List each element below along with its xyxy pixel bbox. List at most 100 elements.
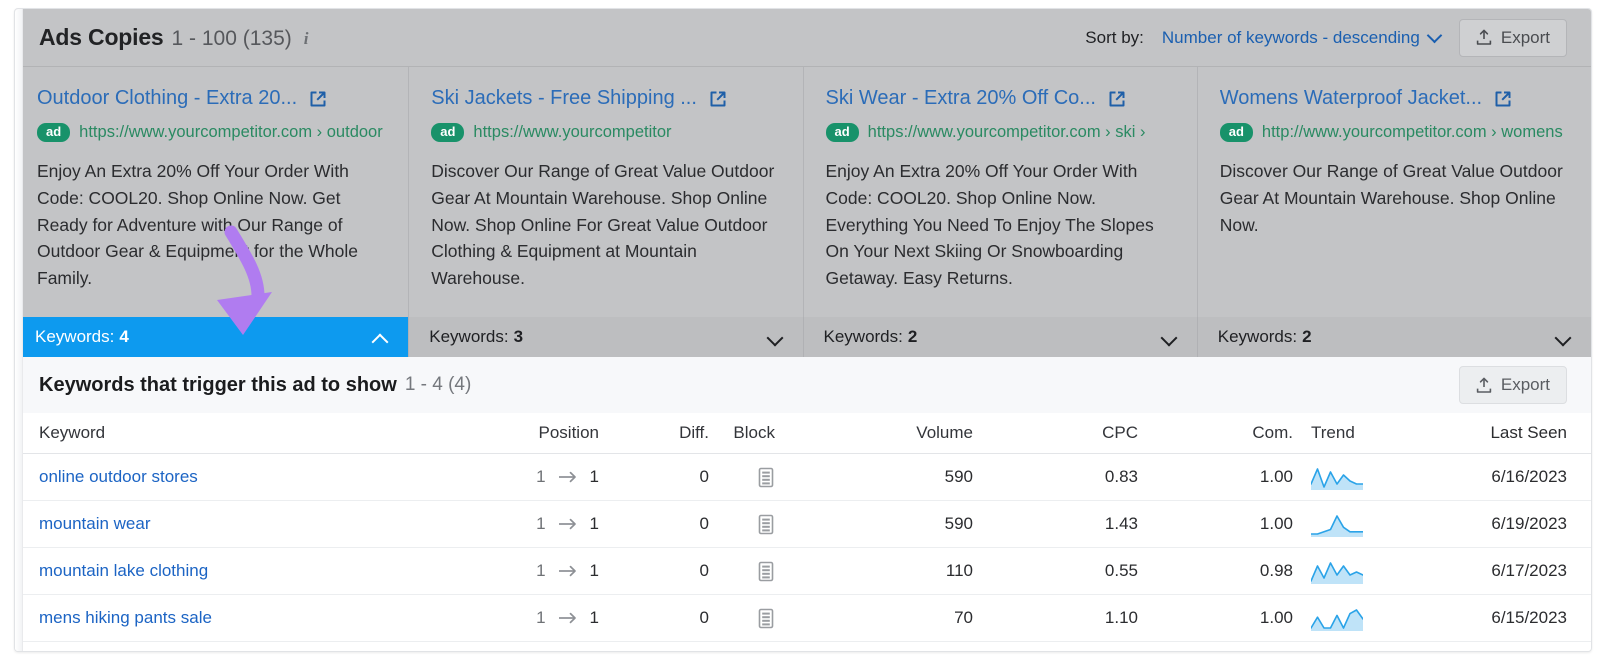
cell-last-seen: 6/17/2023 [1491,561,1567,580]
position-from: 1 [536,514,546,533]
trend-sparkline [1311,515,1363,537]
sort-by-select[interactable]: Number of keywords - descending [1162,28,1441,48]
position-to: 1 [589,561,599,580]
column-header-volume[interactable]: Volume [783,423,973,443]
ad-url[interactable]: https://www.yourcompetitor.com › outdoor… [79,121,386,144]
table-row: online outdoor stores 1 1 0 590 0.83 1.00 6/16/… [15,454,1591,501]
cell-com: 1.00 [1259,608,1293,627]
cell-keyword: mountain lake clothing [39,561,489,581]
cell-last-seen: 6/16/2023 [1491,467,1567,486]
external-link-icon[interactable] [1108,90,1126,108]
cell-position: 11 [489,608,599,628]
cell-block [709,513,783,534]
cell-com: 1.00 [1259,467,1293,486]
arrow-right-icon [558,612,576,624]
cell-cpc: 0.83 [1104,467,1138,486]
keywords-toggle-bar[interactable]: Keywords: 4 [15,317,410,357]
column-header-block[interactable]: Block [709,423,783,443]
keyword-link[interactable]: mountain lake clothing [39,561,208,580]
table-row: mountain lake clothing 1 1 0 110 0.55 0.98 6/17… [15,548,1591,595]
keywords-section-header: Keywords that trigger this ad to show 1 … [15,357,1591,413]
left-scroll-rail[interactable] [15,9,23,651]
keyword-link[interactable]: mens hiking pants sale [39,608,212,627]
ad-description: Enjoy An Extra 20% Off Your Order With C… [37,161,358,289]
block-icon[interactable] [757,608,775,629]
ad-title-row: Ski Jackets - Free Shipping ... [431,87,780,110]
cell-last-seen: 6/19/2023 [1491,514,1567,533]
keywords-label: Keywords: [429,327,509,346]
ad-url[interactable]: https://www.yourcompetitor [473,121,671,144]
keywords-count: 4 [119,327,129,346]
keywords-toggle-bar[interactable]: Keywords: 2 [1197,317,1591,357]
ad-badge: ad [431,123,465,143]
ad-card: Womens Waterproof Jacket... ad http://www.… [1198,67,1591,317]
cell-last-seen: 6/15/2023 [1491,608,1567,627]
ad-title[interactable]: Womens Waterproof Jacket... [1220,87,1482,110]
ad-description: Discover Our Range of Great Value Outdoo… [431,161,775,289]
block-icon[interactable] [757,561,775,582]
ad-description: Discover Our Range of Great Value Outdoo… [1219,161,1563,235]
column-header-trend[interactable]: Trend [1293,423,1453,443]
column-header-diff[interactable]: Diff. [599,423,709,443]
external-link-icon[interactable] [1494,90,1512,108]
results-range: 1 - 100 (135) [171,27,292,50]
position-to: 1 [589,467,599,486]
cell-trend [1293,511,1453,537]
external-link-icon[interactable] [709,90,727,108]
ad-url-row: ad https://www.yourcompetitor [431,121,780,144]
cell-com: 0.98 [1259,561,1293,580]
export-button-top-label: Export [1500,27,1550,47]
column-header-cpc[interactable]: CPC [973,423,1138,443]
ad-title-row: Ski Wear - Extra 20% Off Co... [826,87,1175,110]
header-controls: Sort by: Number of keywords - descending… [1085,18,1591,57]
cell-position: 11 [489,467,599,487]
cell-volume: 590 [944,467,973,486]
cell-diff: 0 [699,561,709,580]
ad-description: Enjoy An Extra 20% Off Your Order With C… [825,161,1154,289]
ad-url[interactable]: https://www.yourcompetitor.com › ski › w… [868,121,1175,144]
ad-url-row: ad https://www.yourcompetitor.com › ski ›… [825,121,1175,144]
keywords-count: 2 [1302,327,1312,346]
ad-title-row: Womens Waterproof Jacket... [1220,87,1569,110]
ad-title[interactable]: Ski Wear - Extra 20% Off Co... [826,87,1096,110]
keyword-link[interactable]: online outdoor stores [39,467,198,486]
block-icon[interactable] [757,467,775,488]
sort-by-value: Number of keywords - descending [1161,27,1420,47]
position-from: 1 [536,467,546,486]
cell-diff: 0 [699,467,709,486]
cell-volume: 70 [954,608,973,627]
block-icon[interactable] [757,514,775,535]
keywords-toggle-bar[interactable]: Keywords: 3 [409,317,804,357]
column-header-keyword[interactable]: Keyword [39,423,489,443]
header-title-group: Ads Copies 1 - 100 (135) i [15,24,309,51]
cell-keyword: mountain wear [39,514,489,534]
cell-block [709,607,783,628]
cell-diff: 0 [699,514,709,533]
chevron-down-icon [769,331,783,343]
ad-title[interactable]: Ski Jackets - Free Shipping ... [431,87,697,110]
info-icon[interactable]: i [304,29,309,49]
ads-copies-panel: Ads Copies 1 - 100 (135) i Sort by: Numb… [14,8,1592,652]
cell-block [709,560,783,581]
external-link-icon[interactable] [309,90,327,108]
export-button-top[interactable]: Export [1458,18,1567,57]
ad-title[interactable]: Outdoor Clothing - Extra 20... [37,87,297,110]
column-header-last-seen[interactable]: Last Seen [1453,423,1567,443]
arrow-right-icon [558,565,576,577]
keywords-toggle-bar[interactable]: Keywords: 2 [803,317,1198,357]
cell-trend [1293,605,1453,631]
ad-cards-strip: Outdoor Clothing - Extra 20... ad https://… [15,67,1591,317]
position-to: 1 [589,608,599,627]
table-header-row: Keyword Position Diff. Block Volume CPC … [15,413,1591,454]
position-to: 1 [589,514,599,533]
ad-url[interactable]: http://www.yourcompetitor.com › womens ›… [1262,121,1569,144]
cell-cpc: 1.10 [1104,608,1138,627]
chevron-down-icon [1429,30,1441,42]
keywords-label: Keywords: [1217,327,1298,346]
page-title: Ads Copies [39,24,164,50]
column-header-com[interactable]: Com. [1138,423,1293,443]
export-button-keywords[interactable]: Export [1458,366,1567,404]
chevron-down-icon [1163,331,1177,343]
keyword-link[interactable]: mountain wear [39,514,151,533]
column-header-position[interactable]: Position [489,423,599,443]
